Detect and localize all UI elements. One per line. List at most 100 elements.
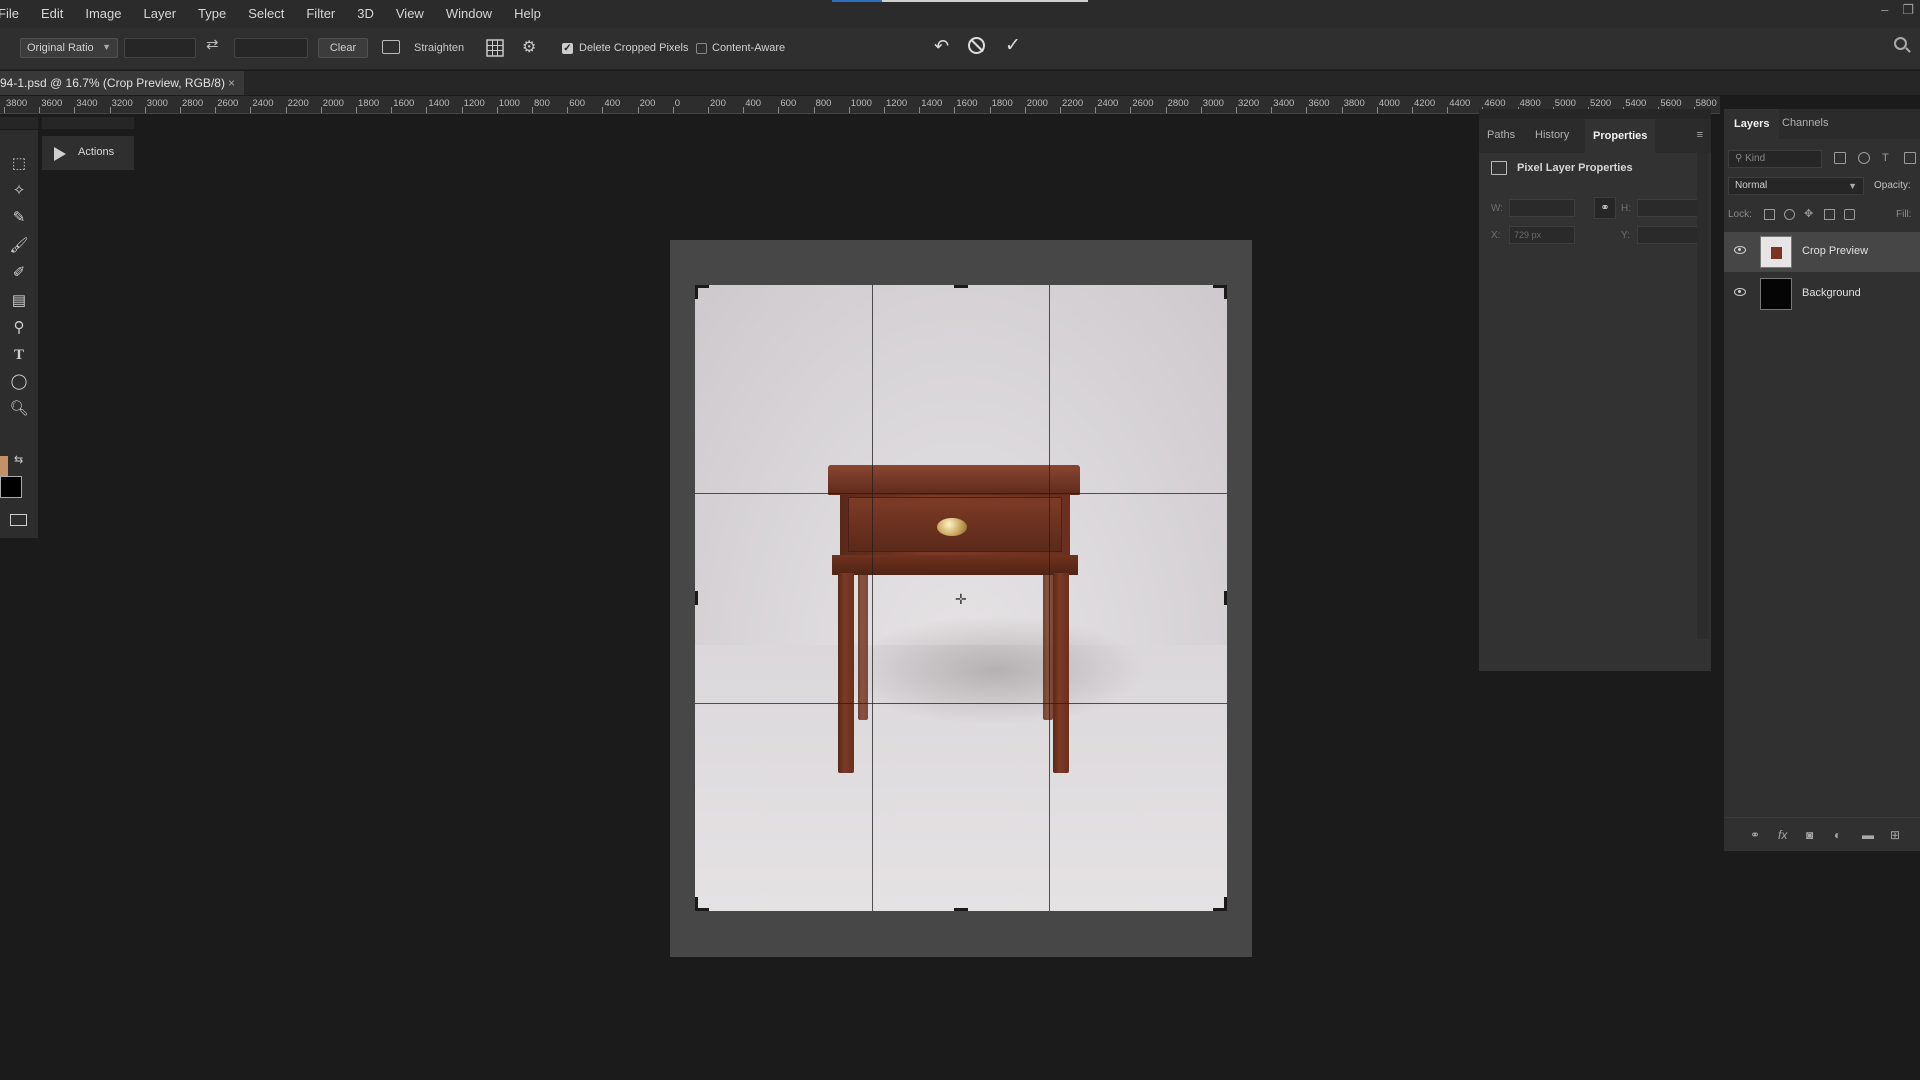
tab-layers[interactable]: Layers [1724, 109, 1780, 139]
gear-icon[interactable]: ⚙ [522, 37, 536, 57]
swap-icon[interactable]: ⇄ [206, 35, 224, 55]
fill-label[interactable]: Fill: [1896, 209, 1912, 220]
eye-icon[interactable] [1734, 288, 1746, 296]
grid-overlay-icon[interactable] [486, 39, 504, 57]
cancel-icon[interactable] [968, 37, 985, 54]
ellipse-tool-icon[interactable]: ◯ [9, 372, 29, 392]
properties-scrollbar[interactable] [1697, 153, 1709, 639]
panel-menu-icon[interactable]: ≡ [1697, 129, 1703, 141]
lock-position-icon[interactable]: ✥ [1804, 209, 1815, 220]
tab-channels[interactable]: Channels [1782, 117, 1828, 129]
lock-all-icon[interactable] [1844, 209, 1855, 220]
type-filter-icon[interactable]: T [1882, 152, 1894, 164]
adjustment-filter-icon[interactable] [1858, 152, 1870, 164]
x-field[interactable]: 729 px [1509, 226, 1575, 244]
menu-image[interactable]: Image [74, 0, 132, 28]
actions-panel-grip[interactable] [42, 117, 134, 129]
search-icon[interactable] [1894, 37, 1907, 50]
lock-pixels-icon[interactable] [1784, 209, 1795, 220]
ruler-tick-label: 2400 [252, 98, 274, 109]
table-top [828, 465, 1080, 495]
clear-button[interactable]: Clear [318, 38, 368, 58]
ratio-height-input[interactable] [234, 38, 308, 58]
menu-help[interactable]: Help [503, 0, 552, 28]
menu-type[interactable]: Type [187, 0, 237, 28]
foreground-color-swatch[interactable] [0, 456, 8, 478]
actions-panel[interactable]: Actions [42, 136, 134, 170]
layer-row-crop-preview[interactable]: Crop Preview [1724, 232, 1920, 272]
menu-3d[interactable]: 3D [346, 0, 385, 28]
menu-file[interactable]: File [0, 0, 30, 28]
group-icon[interactable]: ▬ [1862, 828, 1874, 842]
tab-history[interactable]: History [1535, 129, 1569, 141]
link-layers-icon[interactable]: ⚭ [1750, 828, 1760, 842]
lock-transparency-icon[interactable] [1764, 209, 1775, 220]
menu-window[interactable]: Window [435, 0, 503, 28]
menu-edit[interactable]: Edit [30, 0, 74, 28]
shape-filter-icon[interactable] [1904, 152, 1916, 164]
type-tool-icon[interactable]: T [9, 345, 29, 365]
ratio-width-input[interactable] [124, 38, 196, 58]
new-layer-icon[interactable]: ⊞ [1890, 828, 1900, 842]
brush-tool-icon[interactable]: 🖌 [9, 236, 29, 256]
minimize-icon[interactable]: – [1881, 2, 1888, 18]
height-field[interactable] [1637, 199, 1703, 217]
crop-handle-top[interactable] [954, 285, 968, 288]
eye-icon[interactable] [1734, 246, 1746, 254]
crop-handle-bottom-right[interactable] [1213, 897, 1227, 911]
tab-paths[interactable]: Paths [1487, 129, 1515, 141]
delete-cropped-label[interactable]: Delete Cropped Pixels [579, 38, 688, 58]
blend-mode-select[interactable]: Normal ▼ [1728, 177, 1864, 195]
ruler-tick-label: 5800 [1695, 98, 1717, 109]
layer-row-background[interactable]: Background [1724, 274, 1920, 314]
close-icon[interactable]: × [228, 71, 235, 95]
ratio-select[interactable]: Original Ratio ▼ [20, 38, 118, 58]
straighten-label[interactable]: Straighten [414, 38, 464, 58]
straighten-icon[interactable] [382, 40, 400, 54]
document-tab[interactable]: 94-1.psd @ 16.7% (Crop Preview, RGB/8) × [0, 71, 244, 95]
menu-select[interactable]: Select [237, 0, 295, 28]
properties-panel-grip[interactable] [1479, 109, 1711, 119]
gradient-tool-icon[interactable]: ▤ [9, 291, 29, 311]
swap-colors-icon[interactable]: ⇆ [14, 453, 23, 466]
fx-icon[interactable]: fx [1778, 828, 1787, 842]
zoom-tool-icon[interactable]: 🔍︎ [9, 399, 29, 419]
width-field[interactable] [1509, 199, 1575, 217]
reset-icon[interactable]: ↶ [934, 36, 949, 56]
screen-mode-icon[interactable] [10, 514, 27, 526]
y-field[interactable] [1637, 226, 1703, 244]
pixel-filter-icon[interactable] [1834, 152, 1846, 164]
ruler-tick-label: 0 [674, 98, 681, 109]
menu-view[interactable]: View [385, 0, 435, 28]
crop-handle-top-right[interactable] [1213, 285, 1227, 299]
lock-artboard-icon[interactable] [1824, 209, 1835, 220]
crop-handle-right[interactable] [1224, 591, 1227, 605]
menu-bar: File Edit Image Layer Type Select Filter… [0, 0, 1920, 28]
delete-cropped-checkbox[interactable]: ✓ [562, 43, 573, 54]
dodge-tool-icon[interactable]: ⚲ [9, 318, 29, 338]
content-aware-label[interactable]: Content-Aware [712, 38, 785, 58]
menu-filter[interactable]: Filter [295, 0, 346, 28]
menu-layer[interactable]: Layer [133, 0, 188, 28]
mask-icon[interactable]: ◙ [1806, 828, 1813, 842]
magic-wand-tool-icon[interactable]: ✧ [9, 181, 29, 201]
horizontal-ruler[interactable]: 3800 3600 3400 3200 3000 2800 2600 2400 2200 2000… [0, 96, 1720, 114]
crop-handle-bottom-left[interactable] [695, 897, 709, 911]
opacity-label[interactable]: Opacity: [1874, 180, 1911, 191]
history-brush-tool-icon[interactable]: ✐ [9, 263, 29, 283]
toolbar-grip[interactable] [0, 117, 38, 129]
commit-icon[interactable]: ✓ [1005, 34, 1021, 56]
content-aware-checkbox[interactable] [696, 43, 707, 54]
adjustment-icon[interactable]: ◐ [1834, 828, 1841, 842]
crop-handle-top-left[interactable] [695, 285, 709, 299]
background-color-swatch[interactable] [0, 476, 22, 498]
tab-properties[interactable]: Properties [1585, 119, 1656, 153]
layer-kind-filter[interactable]: ⚲ Kind [1728, 150, 1822, 168]
eyedropper-tool-icon[interactable]: ✎ [9, 208, 29, 228]
crop-handle-left[interactable] [695, 591, 698, 605]
restore-icon[interactable]: ❐ [1902, 2, 1914, 18]
title-strip-accent [832, 0, 882, 2]
crop-handle-bottom[interactable] [954, 908, 968, 911]
marquee-tool-icon[interactable]: ⬚ [9, 154, 29, 174]
link-icon[interactable]: ⚭ [1594, 197, 1616, 219]
